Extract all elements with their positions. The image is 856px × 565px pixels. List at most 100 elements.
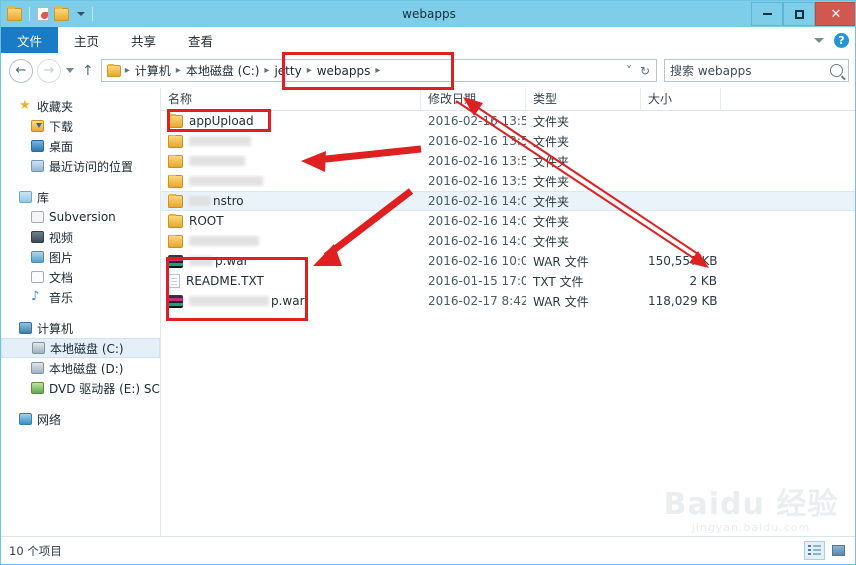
war-archive-icon [168, 254, 183, 268]
computer-icon [19, 322, 32, 334]
address-dropdown-icon[interactable]: ˅ [626, 64, 632, 78]
folder-icon [168, 154, 183, 168]
file-type-cell: 文件夹 [533, 234, 570, 249]
file-name-label [189, 176, 263, 186]
up-button[interactable]: ↑ [82, 63, 94, 79]
table-row[interactable]: README.TXT 2016-01-15 17:05 TXT 文件 2 KB [161, 271, 855, 291]
breadcrumb-local-disk-c[interactable]: 本地磁盘 (C:) [183, 62, 263, 79]
sidebar-item-label: 下载 [49, 119, 74, 134]
sidebar-group-label: 计算机 [37, 321, 74, 336]
file-name-text: p.war [271, 294, 305, 308]
breadcrumb-webapps[interactable]: webapps [314, 64, 374, 78]
back-button[interactable]: ← [9, 58, 33, 83]
item-count-label: 10 个项目 [9, 543, 62, 558]
hard-disk-icon [31, 362, 44, 374]
properties-icon[interactable] [37, 7, 49, 21]
sidebar-group-computer[interactable]: 计算机 [1, 318, 160, 338]
sidebar-item-videos[interactable]: 视频 [1, 227, 160, 247]
ribbon-actions: ? [814, 27, 855, 53]
table-row[interactable]: p.war 2016-02-17 8:42 WAR 文件 118,029 KB [161, 291, 855, 311]
sidebar-item-pictures[interactable]: 图片 [1, 247, 160, 267]
file-type-cell: 文件夹 [533, 154, 570, 169]
redacted-name [189, 176, 263, 186]
details-view-button[interactable] [804, 541, 825, 560]
file-date-cell: 2016-02-16 10:04 [428, 254, 526, 268]
file-name-cell [161, 154, 421, 168]
file-name-label [189, 236, 259, 246]
sidebar-group-libraries[interactable]: 库 [1, 187, 160, 207]
new-folder-icon[interactable] [54, 5, 69, 21]
column-header-size[interactable]: 大小 [641, 88, 721, 110]
column-header-type[interactable]: 类型 [526, 88, 641, 110]
file-name-label [189, 136, 251, 146]
table-row[interactable]: 2016-02-16 13:59 文件夹 [161, 171, 855, 191]
sidebar-item-dvd-drive[interactable]: DVD 驱动器 (E:) SC [1, 378, 160, 398]
sidebar-group-network[interactable]: 网络 [1, 409, 160, 429]
customize-caret-icon[interactable] [77, 12, 85, 16]
sidebar-item-downloads[interactable]: 下载 [1, 116, 160, 136]
sidebar-item-label: 桌面 [49, 139, 74, 154]
column-header-name[interactable]: 名称 [161, 88, 421, 110]
refresh-icon[interactable]: ↻ [640, 64, 650, 78]
table-row[interactable]: nstro 2016-02-16 14:00 文件夹 [161, 191, 855, 211]
table-row[interactable]: p.war 2016-02-16 10:04 WAR 文件 150,557 KB [161, 251, 855, 271]
chevron-down-icon[interactable] [814, 37, 824, 43]
tab-view[interactable]: 查看 [172, 27, 229, 53]
file-name-label: p.war [189, 294, 305, 308]
redacted-name [189, 256, 213, 266]
window-controls: ✕ [751, 1, 855, 27]
tab-home[interactable]: 主页 [58, 27, 115, 53]
recent-locations-caret-icon[interactable] [66, 68, 74, 73]
sidebar-item-subversion[interactable]: Subversion [1, 207, 160, 227]
documents-icon [31, 271, 44, 283]
sidebar-group-favorites[interactable]: ★ 收藏夹 [1, 96, 160, 116]
redacted-name [189, 156, 245, 166]
breadcrumb-separator: ▸ [264, 65, 270, 76]
help-icon[interactable]: ? [834, 32, 849, 48]
tab-share[interactable]: 共享 [115, 27, 172, 53]
sidebar-item-desktop[interactable]: 桌面 [1, 136, 160, 156]
breadcrumb-separator: ▸ [175, 65, 181, 76]
maximize-button[interactable] [783, 2, 815, 26]
minimize-button[interactable] [751, 2, 783, 26]
sidebar-item-local-disk-d[interactable]: 本地磁盘 (D:) [1, 358, 160, 378]
breadcrumb-separator: ▸ [124, 65, 130, 76]
table-row[interactable]: ROOT 2016-02-16 14:00 文件夹 [161, 211, 855, 231]
view-mode-buttons [804, 541, 849, 560]
file-date-cell: 2016-02-16 13:59 [428, 154, 526, 168]
folder-icon[interactable] [7, 5, 22, 21]
subversion-icon [31, 211, 44, 223]
table-row[interactable]: 2016-02-16 13:59 文件夹 [161, 151, 855, 171]
file-date-cell: 2016-02-16 13:59 [428, 134, 526, 148]
file-date-cell: 2016-02-16 14:00 [428, 214, 526, 228]
redacted-name [189, 136, 251, 146]
breadcrumb-folder-icon [106, 63, 121, 77]
sidebar-item-recent-places[interactable]: 最近访问的位置 [1, 156, 160, 176]
search-input[interactable]: 搜索 webapps [664, 59, 849, 82]
breadcrumb-computer[interactable]: 计算机 [132, 62, 174, 79]
breadcrumb-jetty[interactable]: jetty [271, 64, 304, 78]
folder-icon [168, 234, 183, 248]
breadcrumb[interactable]: ▸ 计算机 ▸ 本地磁盘 (C:) ▸ jetty ▸ webapps ▸ ˅ … [100, 59, 657, 82]
table-row[interactable]: appUpload 2016-02-16 13:57 文件夹 [161, 111, 855, 131]
forward-button[interactable]: → [37, 58, 61, 83]
table-row[interactable]: 2016-02-16 13:59 文件夹 [161, 131, 855, 151]
sidebar-item-documents[interactable]: 文档 [1, 267, 160, 287]
column-header-date-modified[interactable]: 修改日期 [421, 88, 526, 110]
file-date-cell: 2016-02-16 13:57 [428, 114, 526, 128]
large-icons-view-button[interactable] [828, 541, 849, 560]
close-button[interactable]: ✕ [815, 2, 855, 26]
file-type-cell: TXT 文件 [533, 274, 584, 289]
navigation-pane: ★ 收藏夹 下载 桌面 最近访问的位置 库 Subversion 视频 图片 文… [1, 88, 161, 538]
sidebar-item-music[interactable]: ♪ 音乐 [1, 287, 160, 307]
file-name-label [189, 156, 245, 166]
sidebar-item-local-disk-c[interactable]: 本地磁盘 (C:) [1, 338, 160, 358]
file-explorer-window: webapps ✕ 文件 主页 共享 查看 ? ← → ↑ ▸ 计算机 ▸ 本地… [0, 0, 856, 565]
redacted-name [189, 196, 211, 206]
tab-file[interactable]: 文件 [1, 27, 59, 53]
sidebar-item-label: 文档 [49, 270, 74, 285]
search-icon[interactable] [830, 64, 843, 77]
table-row[interactable]: 2016-02-16 14:01 文件夹 [161, 231, 855, 251]
